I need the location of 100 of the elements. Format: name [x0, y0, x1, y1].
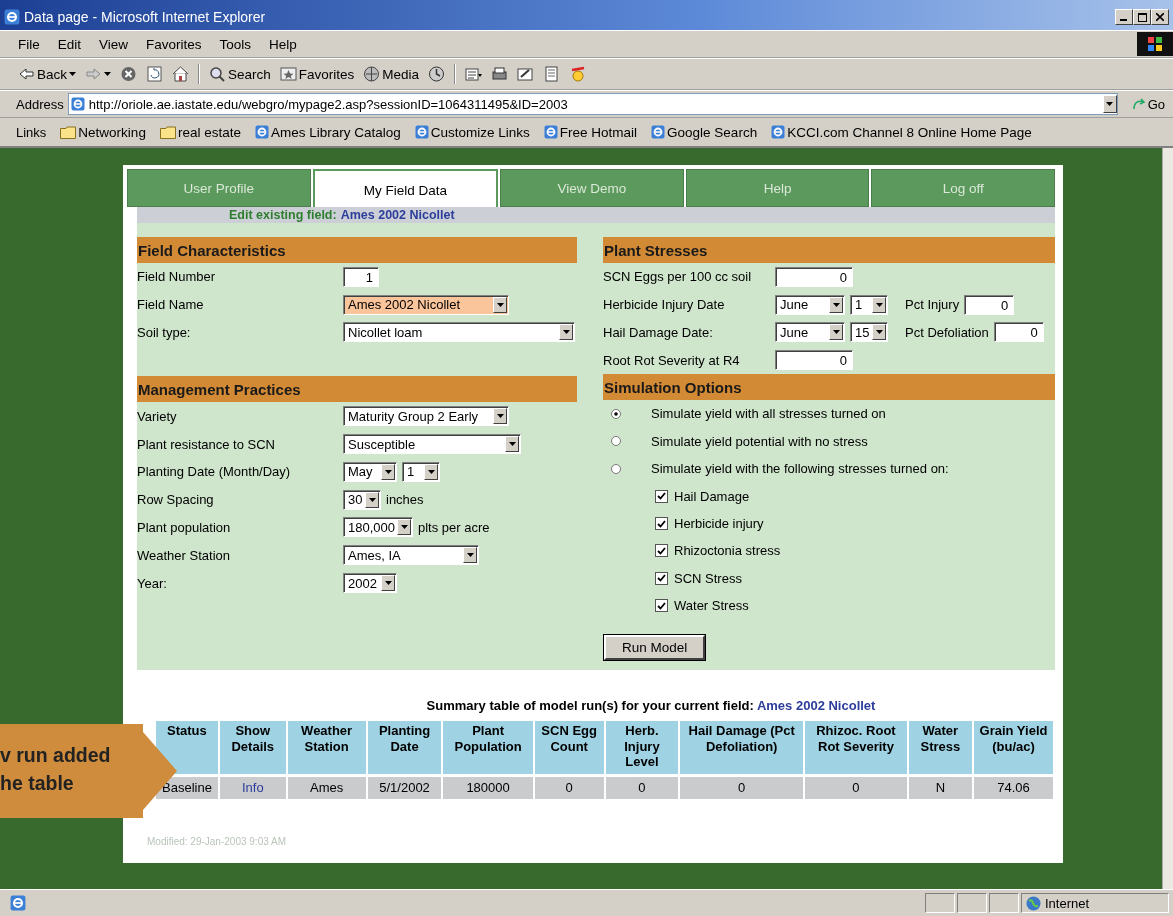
run-model-button[interactable]: Run Model [604, 635, 706, 661]
close-button[interactable] [1151, 9, 1169, 25]
checkbox-label: SCN Stress [674, 570, 742, 586]
radio-button[interactable] [611, 463, 621, 474]
number-field[interactable]: 0 [993, 322, 1044, 343]
refresh-icon[interactable] [146, 66, 163, 82]
page-icon[interactable] [543, 66, 561, 82]
dropdown[interactable]: 1 [402, 461, 440, 482]
caret-icon[interactable] [875, 330, 883, 335]
go-button[interactable]: Go [1147, 96, 1165, 112]
number-field[interactable]: 0 [775, 266, 853, 287]
page-icon [651, 125, 666, 139]
field-label: Herbicide Injury Date [603, 297, 726, 313]
caret-icon[interactable] [832, 330, 840, 335]
table-cell: 74.06 [974, 776, 1053, 799]
menu-item[interactable]: Edit [57, 36, 82, 52]
table-cell: Ames [287, 776, 366, 799]
caret-icon[interactable] [427, 469, 435, 474]
scrollbar[interactable] [1162, 148, 1173, 889]
column-header: SCN Egg Count [534, 721, 604, 774]
caret-icon[interactable] [69, 72, 76, 76]
number-field[interactable]: 0 [775, 350, 853, 371]
caret-icon[interactable] [400, 525, 408, 530]
page-icon [10, 895, 26, 911]
radio-label: Simulate yield with the following stresses turned on: [651, 461, 949, 477]
column-header: Weather Station [287, 721, 366, 774]
toolbar-button[interactable]: Back [37, 66, 67, 82]
maximize-icon[interactable] [1137, 12, 1147, 22]
menu-item[interactable]: Tools [219, 36, 252, 52]
dropdown[interactable]: 30 [343, 489, 381, 510]
caret-icon[interactable] [562, 330, 570, 335]
caret-icon[interactable] [384, 581, 392, 586]
dropdown[interactable]: June [775, 322, 845, 343]
caret-icon[interactable] [104, 72, 111, 76]
link-item[interactable]: Networking [78, 124, 146, 140]
printer-icon[interactable] [491, 66, 509, 82]
dropdown[interactable]: May [343, 461, 397, 482]
dropdown[interactable]: June [775, 294, 845, 315]
caret-icon[interactable] [384, 469, 392, 474]
toolbar-button[interactable]: Search [228, 66, 271, 82]
caret-icon[interactable] [875, 302, 883, 307]
edit-icon[interactable] [517, 66, 535, 82]
globe-icon[interactable] [363, 66, 381, 82]
dropdown[interactable]: 2002 [343, 573, 397, 594]
caret-icon[interactable] [496, 302, 504, 307]
link-item[interactable]: Customize Links [430, 124, 530, 140]
link-item[interactable]: real estate [177, 124, 241, 140]
dropdown[interactable]: Ames 2002 Nicollet [343, 294, 509, 315]
folder-icon [159, 125, 176, 139]
menu-item[interactable]: Favorites [146, 36, 202, 52]
menu-item[interactable]: View [99, 36, 129, 52]
maximize-button[interactable] [1133, 9, 1151, 25]
radio-button[interactable] [611, 436, 621, 447]
dropdown[interactable]: Ames, IA [343, 545, 479, 566]
toolbar-button[interactable]: Favorites [298, 66, 355, 82]
dropdown[interactable]: 180,000 [343, 517, 413, 538]
address-field[interactable]: http://oriole.ae.iastate.edu/webgro/mypage2.asp?sessionID=1064311495&ID=2003 [67, 93, 1118, 115]
table-cell: 0 [805, 776, 907, 799]
caret-icon[interactable] [496, 414, 504, 419]
menu-item[interactable]: File [18, 36, 40, 52]
checkbox-label: Rhizoctonia stress [674, 543, 781, 559]
caret-icon[interactable] [832, 302, 840, 307]
close-icon[interactable] [1156, 13, 1164, 21]
caret-icon[interactable] [466, 553, 474, 558]
clock-icon[interactable] [428, 66, 446, 82]
radio-button[interactable] [611, 408, 621, 419]
smiley-icon[interactable] [569, 66, 587, 82]
search-icon[interactable] [209, 66, 226, 82]
link-item[interactable]: KCCI.com Channel 8 Online Home Page [787, 124, 1032, 140]
column-header: Planting Date [367, 721, 442, 774]
caret-icon[interactable] [508, 442, 516, 447]
dropdown[interactable]: Susceptible [343, 434, 521, 455]
link-item[interactable]: Free Hotmail [559, 124, 638, 140]
document-icon[interactable] [465, 66, 483, 82]
info-link[interactable]: Info [241, 780, 264, 796]
number-field[interactable]: 0 [964, 294, 1015, 315]
toolbar-button[interactable]: Media [382, 66, 420, 82]
page-icon [543, 125, 558, 139]
caret-icon[interactable] [368, 497, 376, 502]
link-item[interactable]: Ames Library Catalog [270, 124, 401, 140]
field-label: Planting Date (Month/Day) [137, 464, 292, 480]
dropdown[interactable]: Nicollet loam [343, 322, 575, 343]
link-item[interactable]: Google Search [667, 124, 758, 140]
table-cell: 0 [605, 776, 679, 799]
minimize-button[interactable] [1115, 9, 1133, 25]
home-icon[interactable] [172, 66, 189, 82]
links-label: Links [16, 124, 47, 140]
unit-label: Pct Defoliation [905, 325, 989, 340]
dropdown[interactable]: Maturity Group 2 Early [343, 406, 509, 427]
stop-icon[interactable] [120, 66, 137, 82]
checkbox-label: Water Stress [674, 598, 749, 613]
status-panel [989, 893, 1019, 913]
caret-icon[interactable] [1106, 102, 1114, 106]
number-field[interactable]: 1 [343, 266, 379, 287]
dropdown[interactable]: 1 [850, 294, 888, 315]
menu-item[interactable]: Help [269, 36, 297, 52]
dropdown[interactable]: 15 [850, 322, 888, 343]
tab[interactable]: My Field Data [312, 169, 499, 207]
back-arrow-icon[interactable] [18, 66, 35, 82]
windows-logo-icon [1137, 32, 1173, 56]
